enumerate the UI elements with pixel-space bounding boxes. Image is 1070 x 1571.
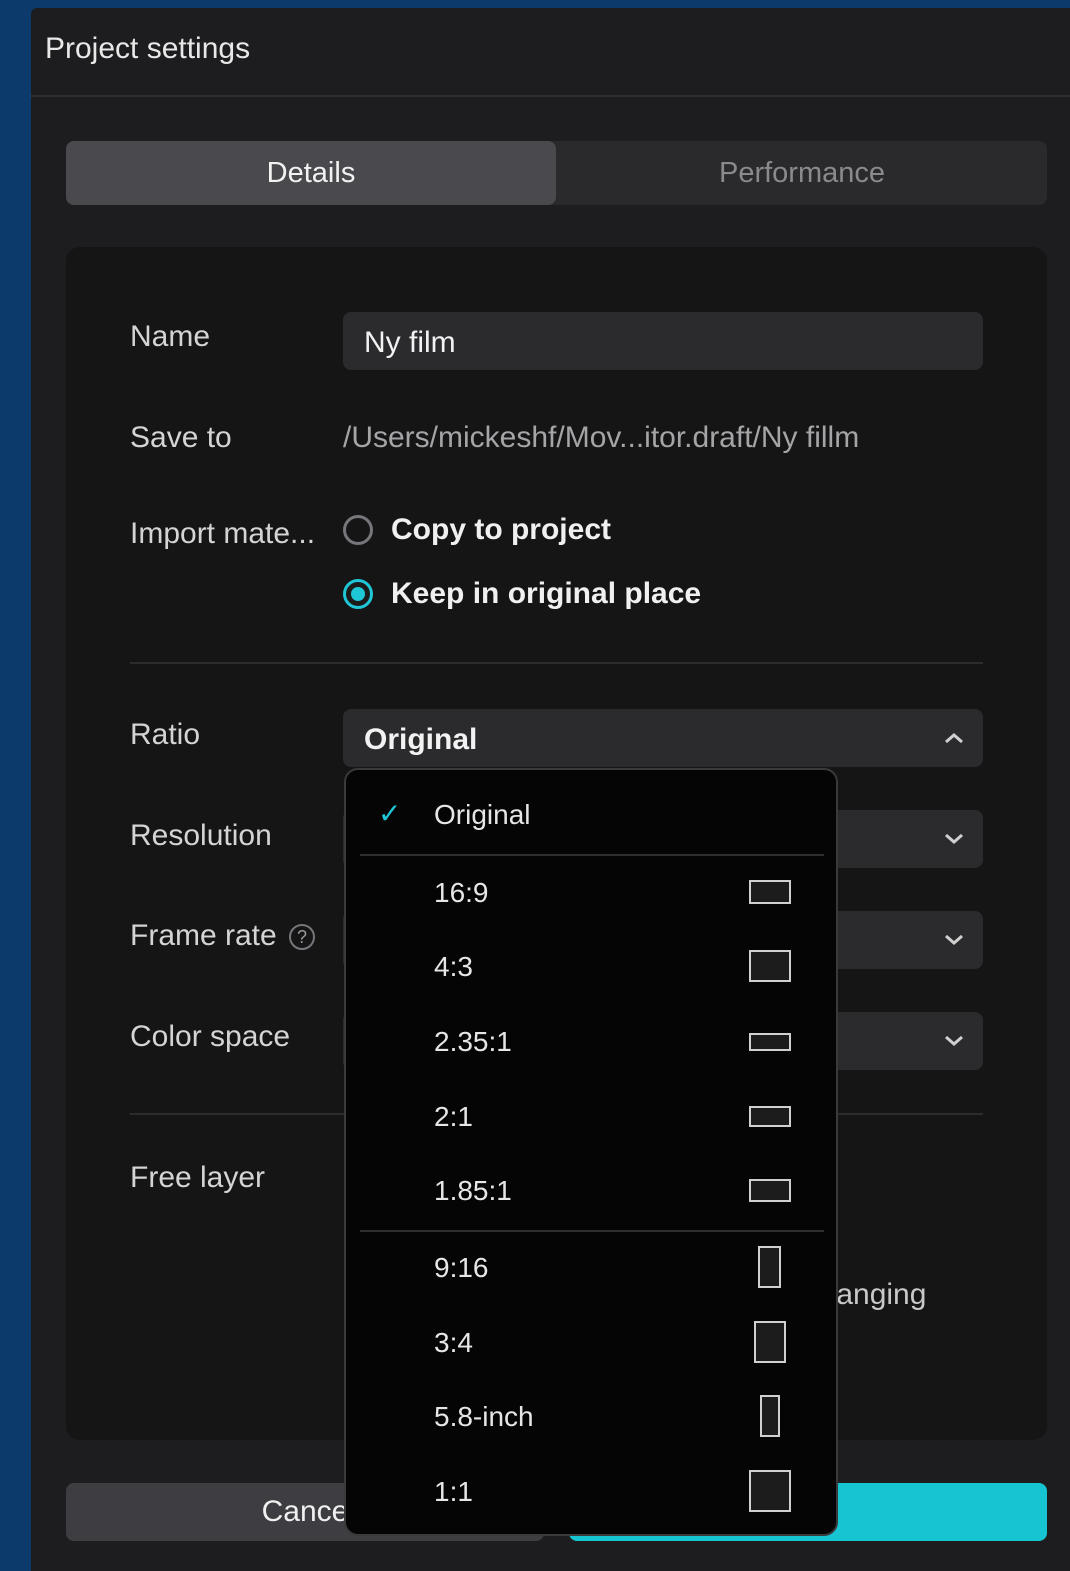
save-path[interactable]: /Users/mickeshf/Mov...itor.draft/Ny fill… bbox=[343, 421, 859, 455]
resolution-label: Resolution bbox=[130, 819, 272, 852]
checkmark-icon: ✓ bbox=[378, 798, 402, 829]
tab-bar: Details Performance bbox=[66, 141, 1047, 205]
ratio-option-5-8-inch[interactable]: 5.8-inch bbox=[346, 1386, 836, 1446]
ratio-option-label: 2:1 bbox=[434, 1101, 473, 1132]
name-input-value: Ny film bbox=[364, 326, 456, 359]
ratio-option-3-4[interactable]: 3:4 bbox=[346, 1312, 836, 1372]
portrait-icon bbox=[754, 1321, 786, 1363]
ratio-option-label: Original bbox=[434, 799, 531, 830]
ratio-option-1-85-1[interactable]: 1.85:1 bbox=[346, 1160, 836, 1220]
chevron-down-icon bbox=[939, 1026, 969, 1056]
save-to-label: Save to bbox=[130, 421, 232, 454]
radio-keep-original[interactable]: Keep in original place bbox=[343, 577, 701, 611]
dialog-title: Project settings bbox=[45, 32, 251, 65]
ratio-label: Ratio bbox=[130, 718, 201, 751]
ratio-option-label: 1:1 bbox=[434, 1476, 473, 1507]
ratio-select[interactable]: Original bbox=[343, 709, 983, 767]
ratio-option-label: 5.8-inch bbox=[434, 1401, 534, 1432]
radio-copy-to-project[interactable]: Copy to project bbox=[343, 513, 611, 547]
ratio-select-value: Original bbox=[364, 723, 478, 756]
ratio-option-label: 1.85:1 bbox=[434, 1175, 512, 1206]
ratio-option-4-3[interactable]: 4:3 bbox=[346, 936, 836, 996]
help-icon[interactable]: ? bbox=[289, 924, 316, 951]
menu-divider bbox=[360, 1230, 824, 1232]
radio-on-icon[interactable] bbox=[343, 579, 373, 609]
landscape-icon bbox=[749, 950, 791, 982]
tab-details[interactable]: Details bbox=[66, 141, 556, 205]
radio-keep-label: Keep in original place bbox=[391, 577, 702, 610]
freelayer-label: Free layer bbox=[130, 1161, 266, 1194]
radio-off-icon[interactable] bbox=[343, 515, 373, 545]
freelayer-description: ıanging bbox=[828, 1278, 927, 1311]
portrait-icon bbox=[758, 1246, 781, 1288]
landscape-icon bbox=[749, 880, 791, 904]
framerate-label: Frame rate ? bbox=[130, 919, 316, 953]
landscape-icon bbox=[749, 1033, 791, 1051]
ratio-option-1-1[interactable]: 1:1 bbox=[346, 1461, 836, 1521]
square-icon bbox=[749, 1470, 791, 1512]
import-label: Import mate... bbox=[130, 517, 316, 550]
section-divider bbox=[130, 662, 983, 664]
colorspace-label: Color space bbox=[130, 1020, 291, 1053]
landscape-icon bbox=[749, 1179, 791, 1202]
ratio-dropdown-menu: ✓ Original 16:9 4:3 2.35:1 2:1 1.85:1 9:… bbox=[344, 768, 838, 1536]
dialog-titlebar: Project settings bbox=[31, 8, 1070, 97]
tab-performance[interactable]: Performance bbox=[557, 141, 1047, 205]
ratio-option-2-1[interactable]: 2:1 bbox=[346, 1086, 836, 1146]
ratio-option-label: 2.35:1 bbox=[434, 1026, 512, 1057]
ratio-option-label: 3:4 bbox=[434, 1327, 473, 1358]
chevron-up-icon bbox=[939, 723, 969, 753]
name-input[interactable]: Ny film bbox=[343, 312, 983, 370]
landscape-icon bbox=[749, 1106, 791, 1127]
name-label: Name bbox=[130, 320, 211, 353]
ratio-option-16-9[interactable]: 16:9 bbox=[346, 862, 836, 922]
ratio-option-label: 9:16 bbox=[434, 1252, 489, 1283]
framerate-label-text: Frame rate bbox=[130, 919, 277, 952]
radio-copy-label: Copy to project bbox=[391, 513, 612, 546]
menu-divider bbox=[360, 854, 824, 856]
ratio-option-original[interactable]: ✓ Original bbox=[346, 784, 836, 844]
ratio-option-2-35-1[interactable]: 2.35:1 bbox=[346, 1011, 836, 1071]
portrait-icon bbox=[760, 1395, 780, 1437]
chevron-down-icon bbox=[939, 824, 969, 854]
ratio-option-label: 16:9 bbox=[434, 877, 489, 908]
ratio-option-label: 4:3 bbox=[434, 951, 473, 982]
ratio-option-9-16[interactable]: 9:16 bbox=[346, 1237, 836, 1297]
chevron-down-icon bbox=[939, 925, 969, 955]
